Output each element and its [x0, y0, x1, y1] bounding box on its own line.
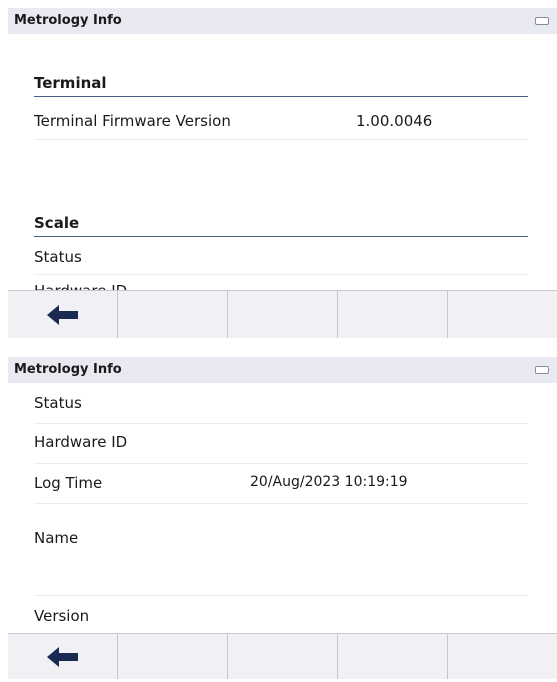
- section-terminal-header: Terminal: [34, 74, 528, 97]
- content-area[interactable]: Status Hardware ID Log Time 20/Aug/2023 …: [8, 383, 557, 633]
- status-row[interactable]: Status: [34, 242, 528, 275]
- content-area[interactable]: Terminal Terminal Firmware Version 1.00.…: [8, 34, 557, 290]
- softkey-bar: [8, 290, 557, 338]
- softkey-back[interactable]: [8, 634, 118, 679]
- status-label: Status: [34, 394, 82, 412]
- firmware-version-label: Terminal Firmware Version: [34, 112, 231, 130]
- status-label: Status: [34, 248, 82, 266]
- softkey-bar: [8, 633, 557, 679]
- screen-title: Metrology Info: [14, 13, 122, 28]
- metrology-screen-terminal: Metrology Info Terminal Terminal Firmwar…: [8, 8, 557, 338]
- section-scale-header: Scale: [34, 214, 528, 237]
- softkey-back[interactable]: [8, 291, 118, 338]
- battery-icon: [535, 366, 549, 374]
- status-row[interactable]: Status: [34, 383, 528, 424]
- name-label: Name: [34, 529, 79, 547]
- softkey-5[interactable]: [448, 634, 557, 679]
- hardware-id-label-partial: Hardware ID: [34, 282, 127, 290]
- hardware-id-row[interactable]: Hardware ID: [34, 423, 528, 464]
- log-time-label: Log Time: [34, 474, 103, 492]
- version-row[interactable]: Version: [34, 595, 528, 633]
- log-time-value: 20/Aug/2023 10:19:19: [250, 474, 408, 490]
- softkey-2[interactable]: [118, 634, 228, 679]
- left-arrow-icon: [46, 647, 78, 667]
- hardware-id-row-partial[interactable]: Hardware ID: [34, 274, 528, 290]
- version-label: Version: [34, 607, 90, 625]
- name-row[interactable]: Name: [34, 503, 528, 596]
- firmware-version-row[interactable]: Terminal Firmware Version 1.00.0046: [34, 104, 528, 140]
- left-arrow-icon: [46, 305, 78, 325]
- hardware-id-label: Hardware ID: [34, 433, 128, 451]
- firmware-version-value: 1.00.0046: [356, 112, 433, 130]
- screen-title: Metrology Info: [14, 362, 122, 377]
- softkey-5[interactable]: [448, 291, 557, 338]
- battery-icon: [535, 17, 549, 25]
- metrology-screen-scale: Metrology Info Status Hardware ID Log Ti…: [8, 357, 557, 679]
- title-bar: Metrology Info: [8, 357, 557, 383]
- title-bar: Metrology Info: [8, 8, 557, 34]
- softkey-2[interactable]: [118, 291, 228, 338]
- softkey-4[interactable]: [338, 291, 448, 338]
- softkey-3[interactable]: [228, 291, 338, 338]
- softkey-4[interactable]: [338, 634, 448, 679]
- softkey-3[interactable]: [228, 634, 338, 679]
- log-time-row[interactable]: Log Time 20/Aug/2023 10:19:19: [34, 463, 528, 504]
